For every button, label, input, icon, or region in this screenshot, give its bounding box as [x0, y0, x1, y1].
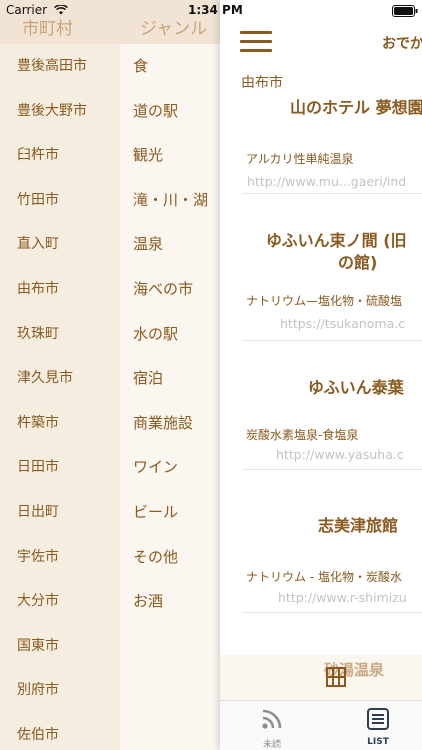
city-item[interactable]: 臼杵市 — [0, 133, 120, 178]
genre-item[interactable]: 水の駅 — [120, 312, 220, 357]
menu-icon[interactable] — [240, 31, 272, 53]
genre-item[interactable]: ビール — [120, 490, 220, 535]
genre-item[interactable]: お酒 — [120, 579, 220, 624]
battery-icon — [392, 5, 418, 20]
item-spring-type: アルカリ性単純温泉 — [246, 152, 354, 166]
city-item[interactable]: 竹田市 — [0, 178, 120, 223]
genre-item[interactable]: 温泉 — [120, 222, 220, 267]
nav-bar: おでか — [220, 20, 422, 64]
tab-list[interactable]: LIST — [348, 707, 408, 747]
item-url[interactable]: http://www.yasuha.c — [276, 447, 404, 462]
city-item[interactable]: 日出町 — [0, 490, 120, 535]
genre-item[interactable]: 商業施設 — [120, 401, 220, 446]
genre-item[interactable]: 海べの市 — [120, 267, 220, 312]
map-icon[interactable] — [326, 667, 346, 687]
city-item[interactable]: 杵築市 — [0, 401, 120, 446]
item-spring-type: ナトリウム—塩化物・硫酸塩 — [246, 294, 403, 308]
genre-item[interactable]: 食 — [120, 44, 220, 89]
city-list: 豊後高田市 豊後大野市 臼杵市 竹田市 直入町 由布市 玖珠町 津久見市 杵築市… — [0, 44, 120, 750]
genre-item[interactable]: 観光 — [120, 133, 220, 178]
divider — [242, 193, 422, 194]
divider — [242, 469, 422, 470]
tab-label: LIST — [367, 737, 389, 747]
filter-drawer: 市町村 ジャンル 豊後高田市 豊後大野市 臼杵市 竹田市 直入町 由布市 玖珠町… — [0, 0, 220, 750]
genre-item[interactable]: ワイン — [120, 445, 220, 490]
genre-list: 食 道の駅 観光 滝・川・湖 温泉 海べの市 水の駅 宿泊 商業施設 ワイン ビ… — [120, 44, 220, 750]
city-item[interactable]: 宇佐市 — [0, 535, 120, 580]
city-item[interactable]: 豊後大野市 — [0, 89, 120, 134]
city-item[interactable]: 豊後高田市 — [0, 44, 120, 89]
list-item[interactable]: ゆふいん束ノ間 (旧 の館) ナトリウム—塩化物・硫酸塩 https://tsu… — [220, 228, 422, 343]
tab-label: 未読 — [262, 740, 281, 750]
city-item[interactable]: 由布市 — [0, 267, 120, 312]
item-title: 山のホテル 夢想園 — [290, 98, 422, 117]
genre-item[interactable]: 滝・川・湖 — [120, 178, 220, 223]
list-icon — [366, 708, 390, 735]
item-spring-type: 炭酸水素塩泉-食塩泉 — [246, 428, 359, 442]
list-item[interactable]: 志美津旅館 ナトリウム - 塩化物・炭酸水 http://www.r-shimi… — [220, 514, 422, 614]
item-spring-type: ナトリウム - 塩化物・炭酸水 — [246, 570, 402, 584]
genre-item[interactable]: 宿泊 — [120, 356, 220, 401]
genre-item[interactable]: 道の駅 — [120, 89, 220, 134]
city-item[interactable]: 直入町 — [0, 222, 120, 267]
item-url[interactable]: https://tsukanoma.c — [280, 316, 405, 331]
tab-unread[interactable]: 未読 — [242, 707, 302, 750]
city-item[interactable]: 玖珠町 — [0, 312, 120, 357]
list-item-partial[interactable]: 砂湯温泉 — [220, 655, 422, 700]
divider — [242, 340, 422, 341]
wifi-icon — [54, 4, 68, 18]
genre-item[interactable]: その他 — [120, 535, 220, 580]
item-url[interactable]: http://www.r-shimizu — [278, 590, 407, 605]
carrier-label: Carrier — [6, 3, 48, 17]
main-panel: おでか 由布市 山のホテル 夢想園 アルカリ性単純温泉 http://www.m… — [220, 0, 422, 750]
page-title: おでか — [382, 36, 422, 52]
city-item[interactable]: 国東市 — [0, 624, 120, 669]
city-item[interactable]: 佐伯市 — [0, 713, 120, 750]
list-item[interactable]: ゆふいん泰葉 炭酸水素塩泉-食塩泉 http://www.yasuha.c — [220, 376, 422, 472]
item-title-continued: の館) — [338, 253, 378, 272]
rss-icon — [260, 709, 284, 735]
city-item[interactable]: 日田市 — [0, 445, 120, 490]
item-title: ゆふいん泰葉 — [308, 378, 404, 397]
list-item[interactable]: 山のホテル 夢想園 アルカリ性単純温泉 http://www.mu...gaer… — [220, 95, 422, 195]
city-item[interactable]: 別府市 — [0, 668, 120, 713]
status-bar: Carrier 1:34 PM — [0, 0, 422, 20]
tab-bar: 未読 LIST — [220, 700, 422, 750]
section-header: 由布市 — [241, 75, 283, 91]
clock: 1:34 PM — [188, 3, 243, 17]
city-item[interactable]: 津久見市 — [0, 356, 120, 401]
divider — [242, 612, 422, 613]
city-item[interactable]: 大分市 — [0, 579, 120, 624]
item-url[interactable]: http://www.mu...gaeri/ind — [247, 174, 406, 189]
item-title: 志美津旅館 — [318, 516, 399, 535]
item-title: ゆふいん束ノ間 (旧 — [266, 231, 407, 250]
